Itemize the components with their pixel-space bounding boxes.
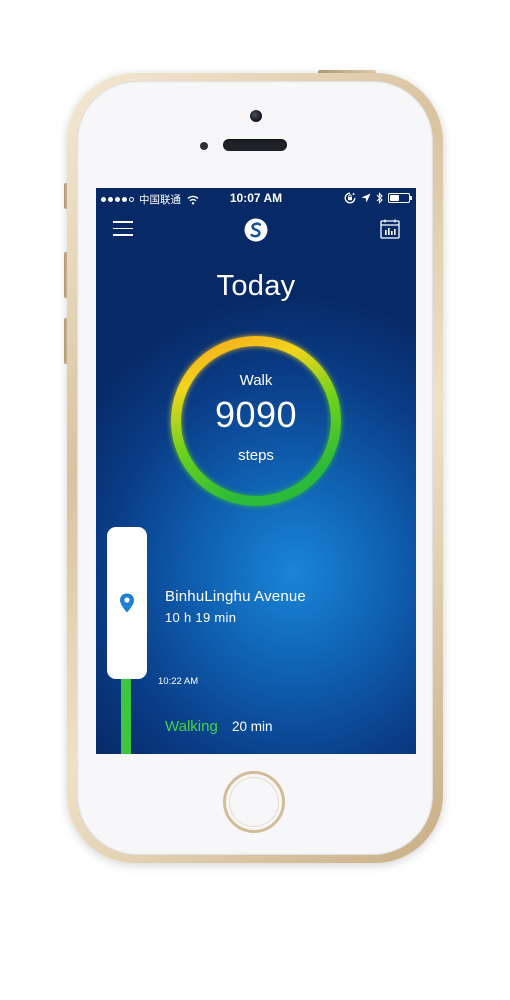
status-right [344, 192, 412, 204]
step-ring[interactable]: Walk 9090 steps [165, 330, 347, 512]
rotation-lock-icon [344, 192, 356, 204]
stage: 中国联通 10:07 AM Today Walk 9090 steps Binh… [0, 0, 510, 1000]
location-pin-icon [120, 593, 134, 613]
home-button[interactable] [223, 771, 285, 833]
step-count: 9090 [214, 394, 298, 435]
timeline-activity-bar [121, 678, 131, 754]
place-card[interactable] [107, 527, 147, 679]
place-duration: 10 h 19 min [165, 610, 237, 625]
bluetooth-icon [376, 192, 383, 204]
front-camera [250, 110, 262, 122]
status-bar: 中国联通 10:07 AM [96, 188, 416, 208]
activity-duration: 20 min [232, 719, 273, 734]
proximity-sensor [200, 142, 208, 150]
hamburger-menu-icon[interactable] [113, 221, 133, 237]
place-name[interactable]: BinhuLinghu Avenue [165, 588, 306, 605]
page-title: Today [216, 270, 296, 302]
calendar-chart-icon[interactable] [380, 219, 400, 239]
activity-name[interactable]: Walking [165, 718, 218, 735]
earpiece-speaker [223, 139, 287, 151]
home-button-ring [229, 777, 279, 827]
location-arrow-icon [361, 193, 371, 203]
timeline-time-stamp: 10:22 AM [158, 676, 199, 687]
battery-icon [388, 193, 412, 203]
activity-label: Walk [239, 372, 273, 389]
app-screen: 中国联通 10:07 AM Today Walk 9090 steps Binh… [96, 188, 416, 754]
s-logo-icon [244, 218, 268, 242]
step-unit: steps [238, 447, 274, 464]
